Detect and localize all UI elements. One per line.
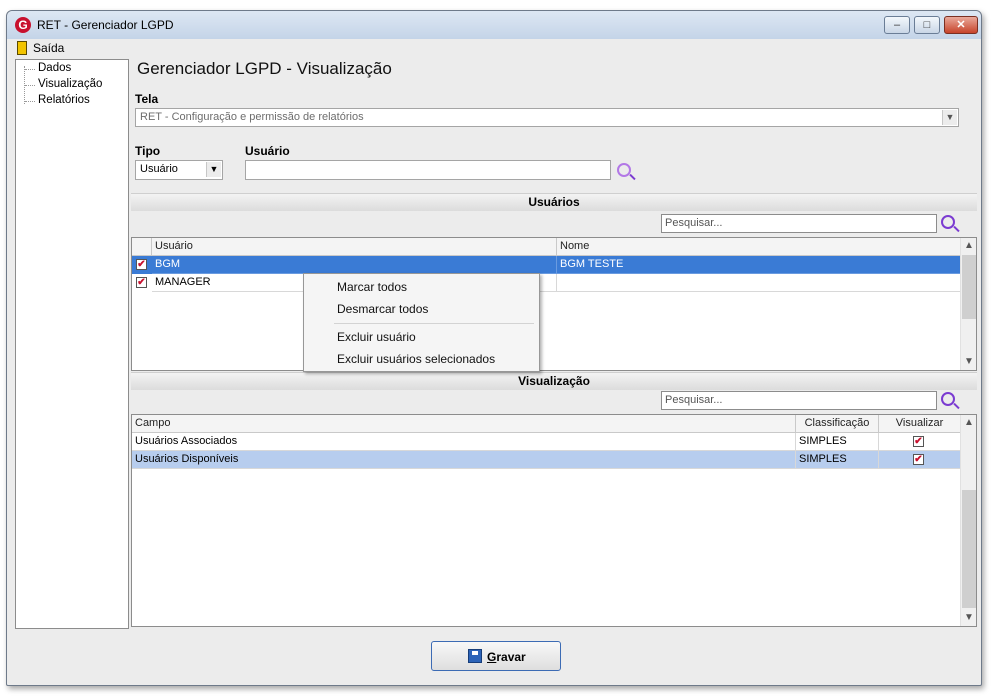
tipo-label: Tipo — [135, 144, 161, 158]
users-section-header: Usuários — [131, 193, 977, 211]
tree-item-visualizacao[interactable]: Visualização — [24, 78, 102, 90]
scroll-thumb[interactable] — [962, 490, 976, 608]
chevron-down-icon[interactable]: ▼ — [206, 162, 221, 177]
view-section-header: Visualização — [131, 372, 977, 390]
tela-value: RET - Configuração e permissão de relató… — [140, 111, 364, 123]
window-title: RET - Gerenciador LGPD — [37, 18, 174, 32]
table-row[interactable]: ✔ BGM BGM TESTE — [132, 256, 961, 274]
users-grid: Usuário Nome ✔ BGM BGM TESTE ✔ MANAGER ▲… — [131, 237, 977, 371]
save-button-label: Gravar — [487, 650, 526, 664]
menu-item-excluir-usuario[interactable]: Excluir usuário — [337, 330, 416, 344]
cell-campo: Usuários Associados — [132, 433, 796, 451]
tree-item-relatorios[interactable]: Relatórios — [25, 94, 90, 106]
grid-header-check — [132, 238, 152, 256]
cell-visualizar: ✔ — [879, 451, 961, 469]
cell-classificacao: SIMPLES — [796, 451, 879, 469]
visualizar-checkbox[interactable]: ✔ — [913, 436, 924, 447]
search-icon[interactable] — [941, 215, 955, 229]
close-button[interactable]: ✕ — [944, 16, 978, 34]
table-row[interactable]: Usuários Associados SIMPLES ✔ — [132, 433, 961, 451]
menu-exit[interactable]: Saída — [33, 41, 64, 55]
usuario-label: Usuário — [245, 144, 290, 158]
cell-nome: BGM TESTE — [557, 256, 961, 274]
view-search-input[interactable]: Pesquisar... — [661, 391, 937, 410]
maximize-button[interactable]: □ — [914, 16, 940, 34]
navigation-tree: Dados Visualização Relatórios — [15, 59, 129, 629]
menu-item-marcar-todos[interactable]: Marcar todos — [337, 280, 407, 294]
users-search-input[interactable]: Pesquisar... — [661, 214, 937, 233]
grid-header-nome[interactable]: Nome — [557, 238, 961, 256]
users-scrollbar[interactable]: ▲ ▼ — [960, 238, 976, 370]
tipo-dropdown[interactable]: Usuário ▼ — [135, 160, 223, 180]
grid-header-campo[interactable]: Campo — [132, 415, 796, 433]
scroll-thumb[interactable] — [962, 255, 976, 319]
scroll-up-icon[interactable]: ▲ — [961, 238, 976, 254]
visualizar-checkbox[interactable]: ✔ — [913, 454, 924, 465]
view-scrollbar[interactable]: ▲ ▼ — [960, 415, 976, 626]
save-button[interactable]: Gravar — [431, 641, 561, 671]
content-panel: Gerenciador LGPD - Visualização Tela RET… — [131, 59, 977, 629]
floppy-disk-icon — [468, 649, 482, 663]
ret-logo-icon: G — [15, 17, 31, 33]
cell-usuario: BGM — [152, 256, 557, 274]
page-title: Gerenciador LGPD - Visualização — [137, 59, 392, 78]
cell-visualizar: ✔ — [879, 433, 961, 451]
table-row[interactable]: ✔ MANAGER — [132, 274, 961, 292]
scroll-down-icon[interactable]: ▼ — [961, 610, 976, 626]
view-grid: Campo Classificação Visualizar Usuários … — [131, 414, 977, 627]
minimize-button[interactable]: ‒ — [884, 16, 910, 34]
title-bar: G RET - Gerenciador LGPD ‒ □ ✕ — [7, 11, 981, 39]
table-row[interactable]: Usuários Disponíveis SIMPLES ✔ — [132, 451, 961, 469]
tela-label: Tela — [135, 92, 159, 106]
grid-header-visualizar[interactable]: Visualizar — [879, 415, 961, 433]
grid-header-classificacao[interactable]: Classificação — [796, 415, 879, 433]
cell-nome — [557, 274, 961, 292]
tela-dropdown[interactable]: RET - Configuração e permissão de relató… — [135, 108, 959, 127]
chevron-down-icon[interactable]: ▼ — [942, 110, 957, 125]
scroll-up-icon[interactable]: ▲ — [961, 415, 976, 431]
cell-classificacao: SIMPLES — [796, 433, 879, 451]
cell-campo: Usuários Disponíveis — [132, 451, 796, 469]
tipo-value: Usuário — [140, 163, 178, 175]
menu-item-desmarcar-todos[interactable]: Desmarcar todos — [337, 302, 428, 316]
search-icon[interactable] — [617, 163, 631, 177]
search-icon[interactable] — [941, 392, 955, 406]
usuario-input[interactable] — [245, 160, 611, 180]
context-menu: Marcar todos Desmarcar todos Excluir usu… — [303, 273, 540, 372]
row-checkbox[interactable]: ✔ — [136, 277, 147, 288]
row-checkbox[interactable]: ✔ — [136, 259, 147, 270]
exit-door-icon — [17, 41, 27, 55]
menu-item-excluir-selecionados[interactable]: Excluir usuários selecionados — [337, 352, 495, 366]
scroll-down-icon[interactable]: ▼ — [961, 354, 976, 370]
menu-bar: Saída — [11, 39, 977, 57]
menu-separator — [334, 323, 534, 324]
tree-item-dados[interactable]: Dados — [24, 62, 71, 74]
grid-header-usuario[interactable]: Usuário — [152, 238, 557, 256]
